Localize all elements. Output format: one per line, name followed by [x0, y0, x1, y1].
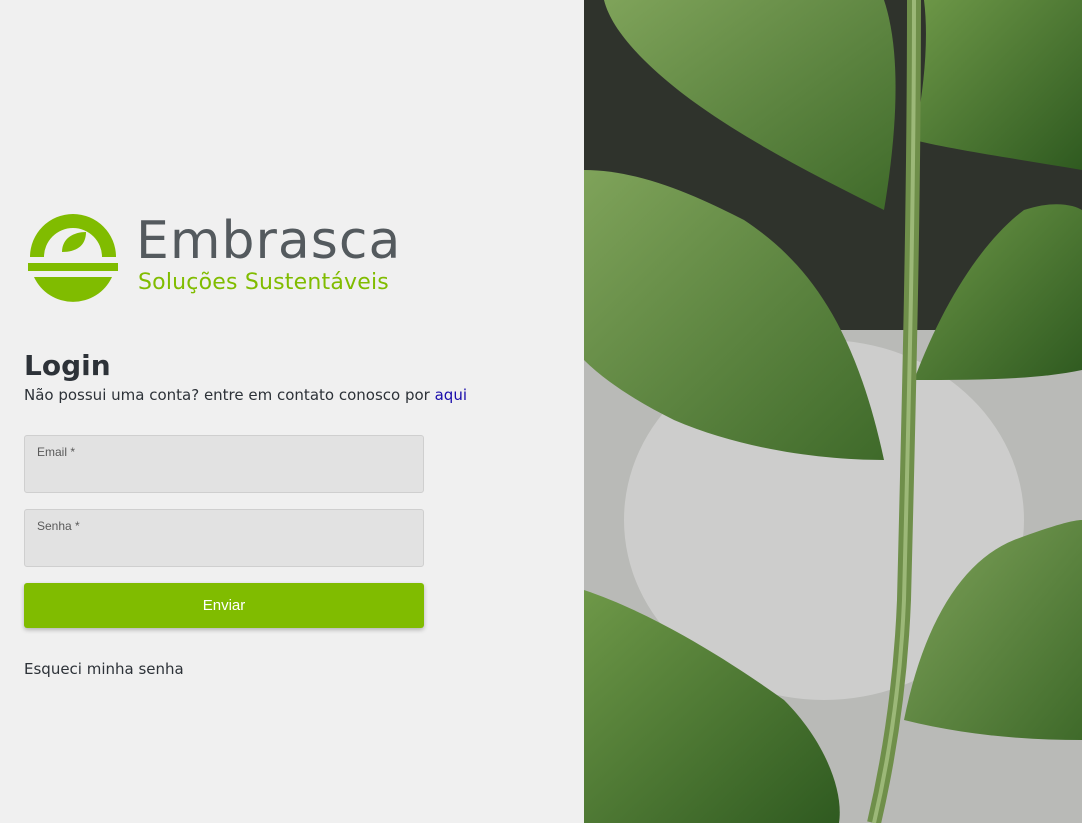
login-panel: Embrasca Soluções Sustentáveis Login Não…: [0, 0, 584, 823]
login-page: Embrasca Soluções Sustentáveis Login Não…: [0, 0, 1082, 823]
password-input[interactable]: [37, 537, 411, 559]
email-field[interactable]: Email *: [24, 435, 424, 493]
logo-mark-icon: [28, 214, 118, 302]
brand-name: Embrasca: [136, 211, 402, 271]
fern-leaves-image: [584, 0, 1082, 823]
signup-hint: Não possui uma conta? entre em contato c…: [24, 385, 467, 405]
submit-button[interactable]: Enviar: [24, 583, 424, 628]
email-label: Email *: [37, 445, 76, 459]
forgot-password-link[interactable]: Esqueci minha senha: [24, 659, 184, 679]
background-photo: [584, 0, 1082, 823]
page-title: Login: [24, 349, 111, 382]
brand-tagline: Soluções Sustentáveis: [138, 270, 389, 295]
password-label: Senha *: [37, 519, 80, 533]
contact-link[interactable]: aqui: [435, 386, 467, 404]
password-field[interactable]: Senha *: [24, 509, 424, 567]
brand-logo: Embrasca Soluções Sustentáveis: [26, 210, 400, 306]
signup-hint-text: Não possui uma conta? entre em contato c…: [24, 386, 430, 404]
email-input[interactable]: [37, 463, 411, 485]
